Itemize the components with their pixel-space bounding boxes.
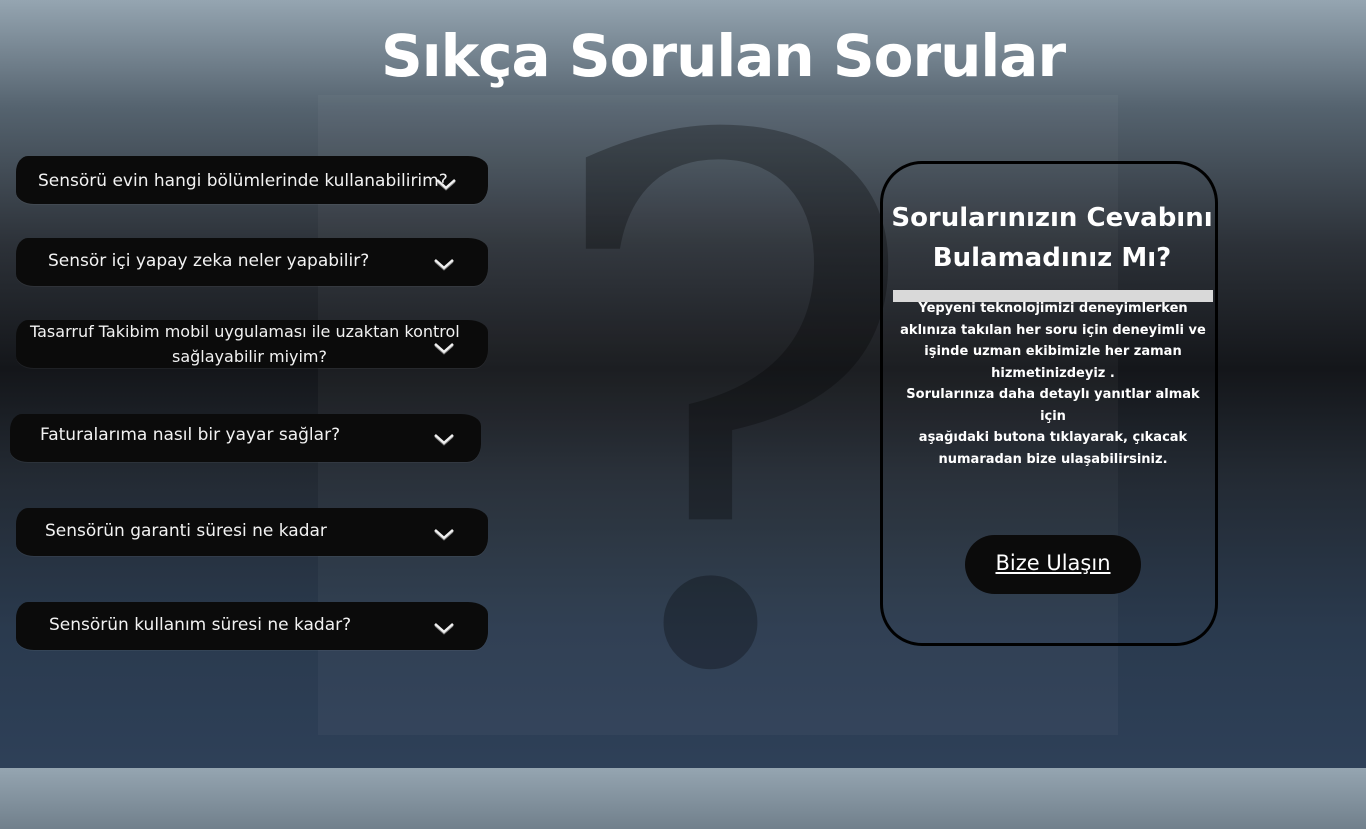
contact-us-button[interactable]: Bize Ulaşın — [965, 535, 1141, 594]
faq-item-1[interactable]: Sensörü evin hangi bölümlerinde kullanab… — [16, 156, 488, 204]
chevron-down-icon[interactable] — [435, 177, 457, 191]
faq-question: Faturalarıma nasıl bir yayar sağlar? — [40, 425, 341, 445]
contact-text-line: Sorularınıza daha detaylı yanıtlar almak… — [906, 387, 1200, 424]
chevron-down-icon[interactable] — [433, 527, 455, 541]
faq-item-6[interactable]: Sensörün kullanım süresi ne kadar? — [16, 602, 488, 650]
contact-panel-text: Yepyeni teknolojimizi deneyimlerken aklı… — [893, 298, 1213, 470]
contact-panel: Sorularınızın Cevabını Bulamadınız Mı? Y… — [880, 161, 1218, 646]
chevron-down-icon[interactable] — [433, 257, 455, 271]
faq-item-4[interactable]: Faturalarıma nasıl bir yayar sağlar? — [10, 414, 481, 462]
contact-text-line: aşağıdaki butona tıklayarak, çıkacak — [918, 430, 1188, 445]
faq-question-line-1: Tasarruf Takibim mobil uygulaması ile uz… — [30, 322, 460, 341]
faq-question: Sensörü evin hangi bölümlerinde kullanab… — [38, 171, 448, 191]
contact-panel-title: Sorularınızın Cevabını Bulamadınız Mı? — [891, 203, 1213, 273]
chevron-down-icon[interactable] — [433, 621, 455, 635]
contact-text-line: Yepyeni teknolojimizi deneyimlerken — [918, 301, 1188, 316]
faq-item-5[interactable]: Sensörün garanti süresi ne kadar — [16, 508, 488, 556]
page-title: Sıkça Sorulan Sorular — [380, 22, 1066, 90]
faq-item-2[interactable]: Sensör içi yapay zeka neler yapabilir? — [16, 238, 488, 286]
faq-question: Sensör içi yapay zeka neler yapabilir? — [48, 251, 370, 271]
faq-question: Sensörün kullanım süresi ne kadar? — [49, 615, 352, 635]
contact-text-line: işinde uzman ekibimizle her zaman — [924, 344, 1182, 359]
question-mark-background-image: ? — [536, 0, 923, 829]
contact-text-line: numaradan bize ulaşabilirsiniz. — [938, 451, 1168, 467]
chevron-down-icon[interactable] — [433, 432, 455, 446]
contact-text-line: aklınıza takılan her soru için deneyimli… — [900, 322, 1206, 338]
faq-question-line-2: sağlayabilir miyim? — [172, 347, 327, 366]
faq-question: Sensörün garanti süresi ne kadar — [45, 521, 327, 541]
contact-text-line: hizmetinizdeyiz . — [991, 365, 1115, 381]
